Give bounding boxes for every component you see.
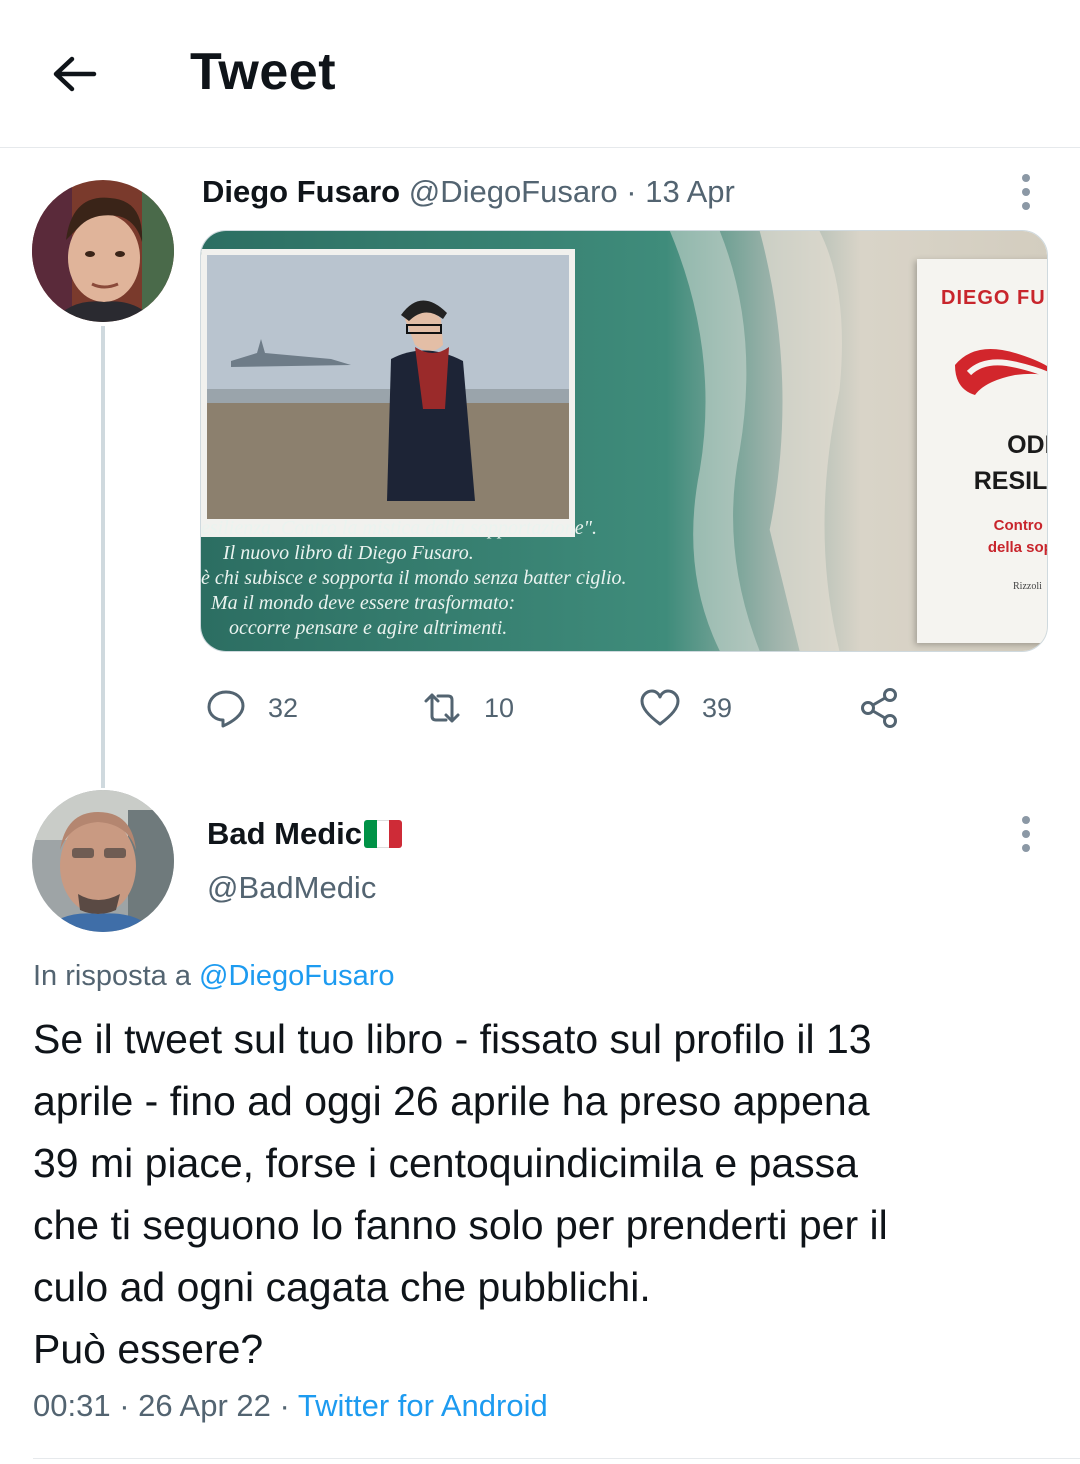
tweet1-meta: Diego Fusaro @DiegoFusaro · 13 Apr — [202, 174, 735, 210]
book-title-line: RESILIE — [973, 467, 1048, 495]
tweet-media-image[interactable]: esilienza. Contro la mistica della soppo… — [200, 230, 1048, 652]
quote-line: Ma il mondo deve essere trasformato: — [211, 592, 516, 614]
tweet-text-line: che ti seguono lo fanno solo per prender… — [33, 1202, 888, 1248]
reply-count: 32 — [268, 692, 299, 723]
book-title: ODIO RESILIE — [941, 427, 1048, 499]
share-icon — [861, 688, 897, 728]
divider — [33, 1458, 1080, 1459]
heart-icon — [640, 689, 680, 726]
reply-handle-link[interactable]: @DiegoFusaro — [199, 960, 394, 992]
photo-image — [201, 249, 575, 537]
flag-stripe-white — [376, 820, 390, 848]
tweet-text-line: Può essere? — [33, 1326, 264, 1372]
book-subtitle: Contro la m della soppor — [937, 515, 1047, 559]
tweet-time[interactable]: 00:31 — [33, 1388, 111, 1423]
reply-button[interactable]: 32 — [204, 680, 298, 736]
tweet-date[interactable]: 26 Apr 22 — [138, 1388, 271, 1423]
top-bar: Tweet — [0, 0, 1080, 148]
quote-line: occorre pensare e agire altrimenti. — [229, 617, 508, 639]
reply-prefix: In risposta a — [33, 960, 191, 992]
media-quote-text: esilienza. Contro la mistica della soppo… — [201, 516, 721, 641]
source-link[interactable]: Twitter for Android — [298, 1388, 548, 1423]
tweet-timestamp: 00:31 · 26 Apr 22 · Twitter for Android — [33, 1388, 548, 1424]
more-options-icon[interactable] — [1016, 812, 1036, 856]
book-subtitle-line: Contro la m — [993, 517, 1047, 534]
author-handle[interactable]: @BadMedic — [207, 870, 376, 906]
reply-icon — [207, 690, 245, 728]
book-publisher: Rizzoli — [1013, 581, 1042, 592]
quote-line: esilienza. Contro la mistica della soppo… — [201, 517, 597, 539]
back-button[interactable] — [44, 44, 104, 104]
separator-dot: · — [279, 1388, 290, 1423]
flag-stripe-green — [364, 820, 377, 848]
quote-line: è chi subisce e sopporta il mondo senza … — [201, 567, 627, 589]
tweet-text: Se il tweet sul tuo libro - fissato sul … — [33, 1008, 1053, 1380]
tweet-text-line: aprile - fino ad oggi 26 aprile ha preso… — [33, 1078, 870, 1124]
flag-stripe-red — [389, 820, 403, 848]
book-title-line: ODIO — [1007, 431, 1047, 459]
like-button[interactable]: 39 — [638, 680, 732, 736]
more-options-icon[interactable] — [1016, 170, 1036, 214]
share-button[interactable] — [858, 680, 902, 736]
avatar-bad-medic[interactable] — [32, 790, 174, 932]
ribbon-graphic — [945, 335, 1047, 415]
book-author: DIEGO FU — [941, 287, 1046, 309]
separator-dot: · — [626, 174, 637, 209]
author-name[interactable]: Diego Fusaro — [202, 174, 400, 209]
tweet-text-line: culo ad ogni cagata che pubblichi. — [33, 1264, 651, 1310]
author-name-line: Bad Medic — [207, 816, 403, 852]
separator-dot: · — [119, 1388, 130, 1423]
like-count: 39 — [702, 692, 733, 723]
tweet-text-line: Se il tweet sul tuo libro - fissato sul … — [33, 1016, 872, 1062]
reply-context: In risposta a @DiegoFusaro — [33, 960, 395, 993]
retweet-button[interactable]: 10 — [420, 680, 514, 736]
thread-connector — [101, 326, 105, 788]
quote-line: Il nuovo libro di Diego Fusaro. — [223, 542, 474, 564]
book-subtitle-line: della soppor — [987, 539, 1047, 556]
retweet-count: 10 — [484, 692, 515, 723]
tweet-date[interactable]: 13 Apr — [645, 174, 735, 209]
arrow-left-icon — [53, 56, 97, 92]
retweet-icon — [424, 693, 460, 723]
book-cover: DIEGO FU ODIO RESILIE Contro la m della … — [917, 259, 1048, 643]
avatar-diego-fusaro[interactable] — [32, 180, 174, 322]
tweet-actions: 32 10 39 — [200, 680, 960, 736]
author-name[interactable]: Bad Medic — [207, 816, 362, 852]
tweet-text-line: 39 mi piace, forse i centoquindicimila e… — [33, 1140, 858, 1186]
page-title: Tweet — [190, 43, 337, 101]
author-handle[interactable]: @DiegoFusaro — [409, 174, 618, 209]
italy-flag-icon — [364, 820, 403, 848]
